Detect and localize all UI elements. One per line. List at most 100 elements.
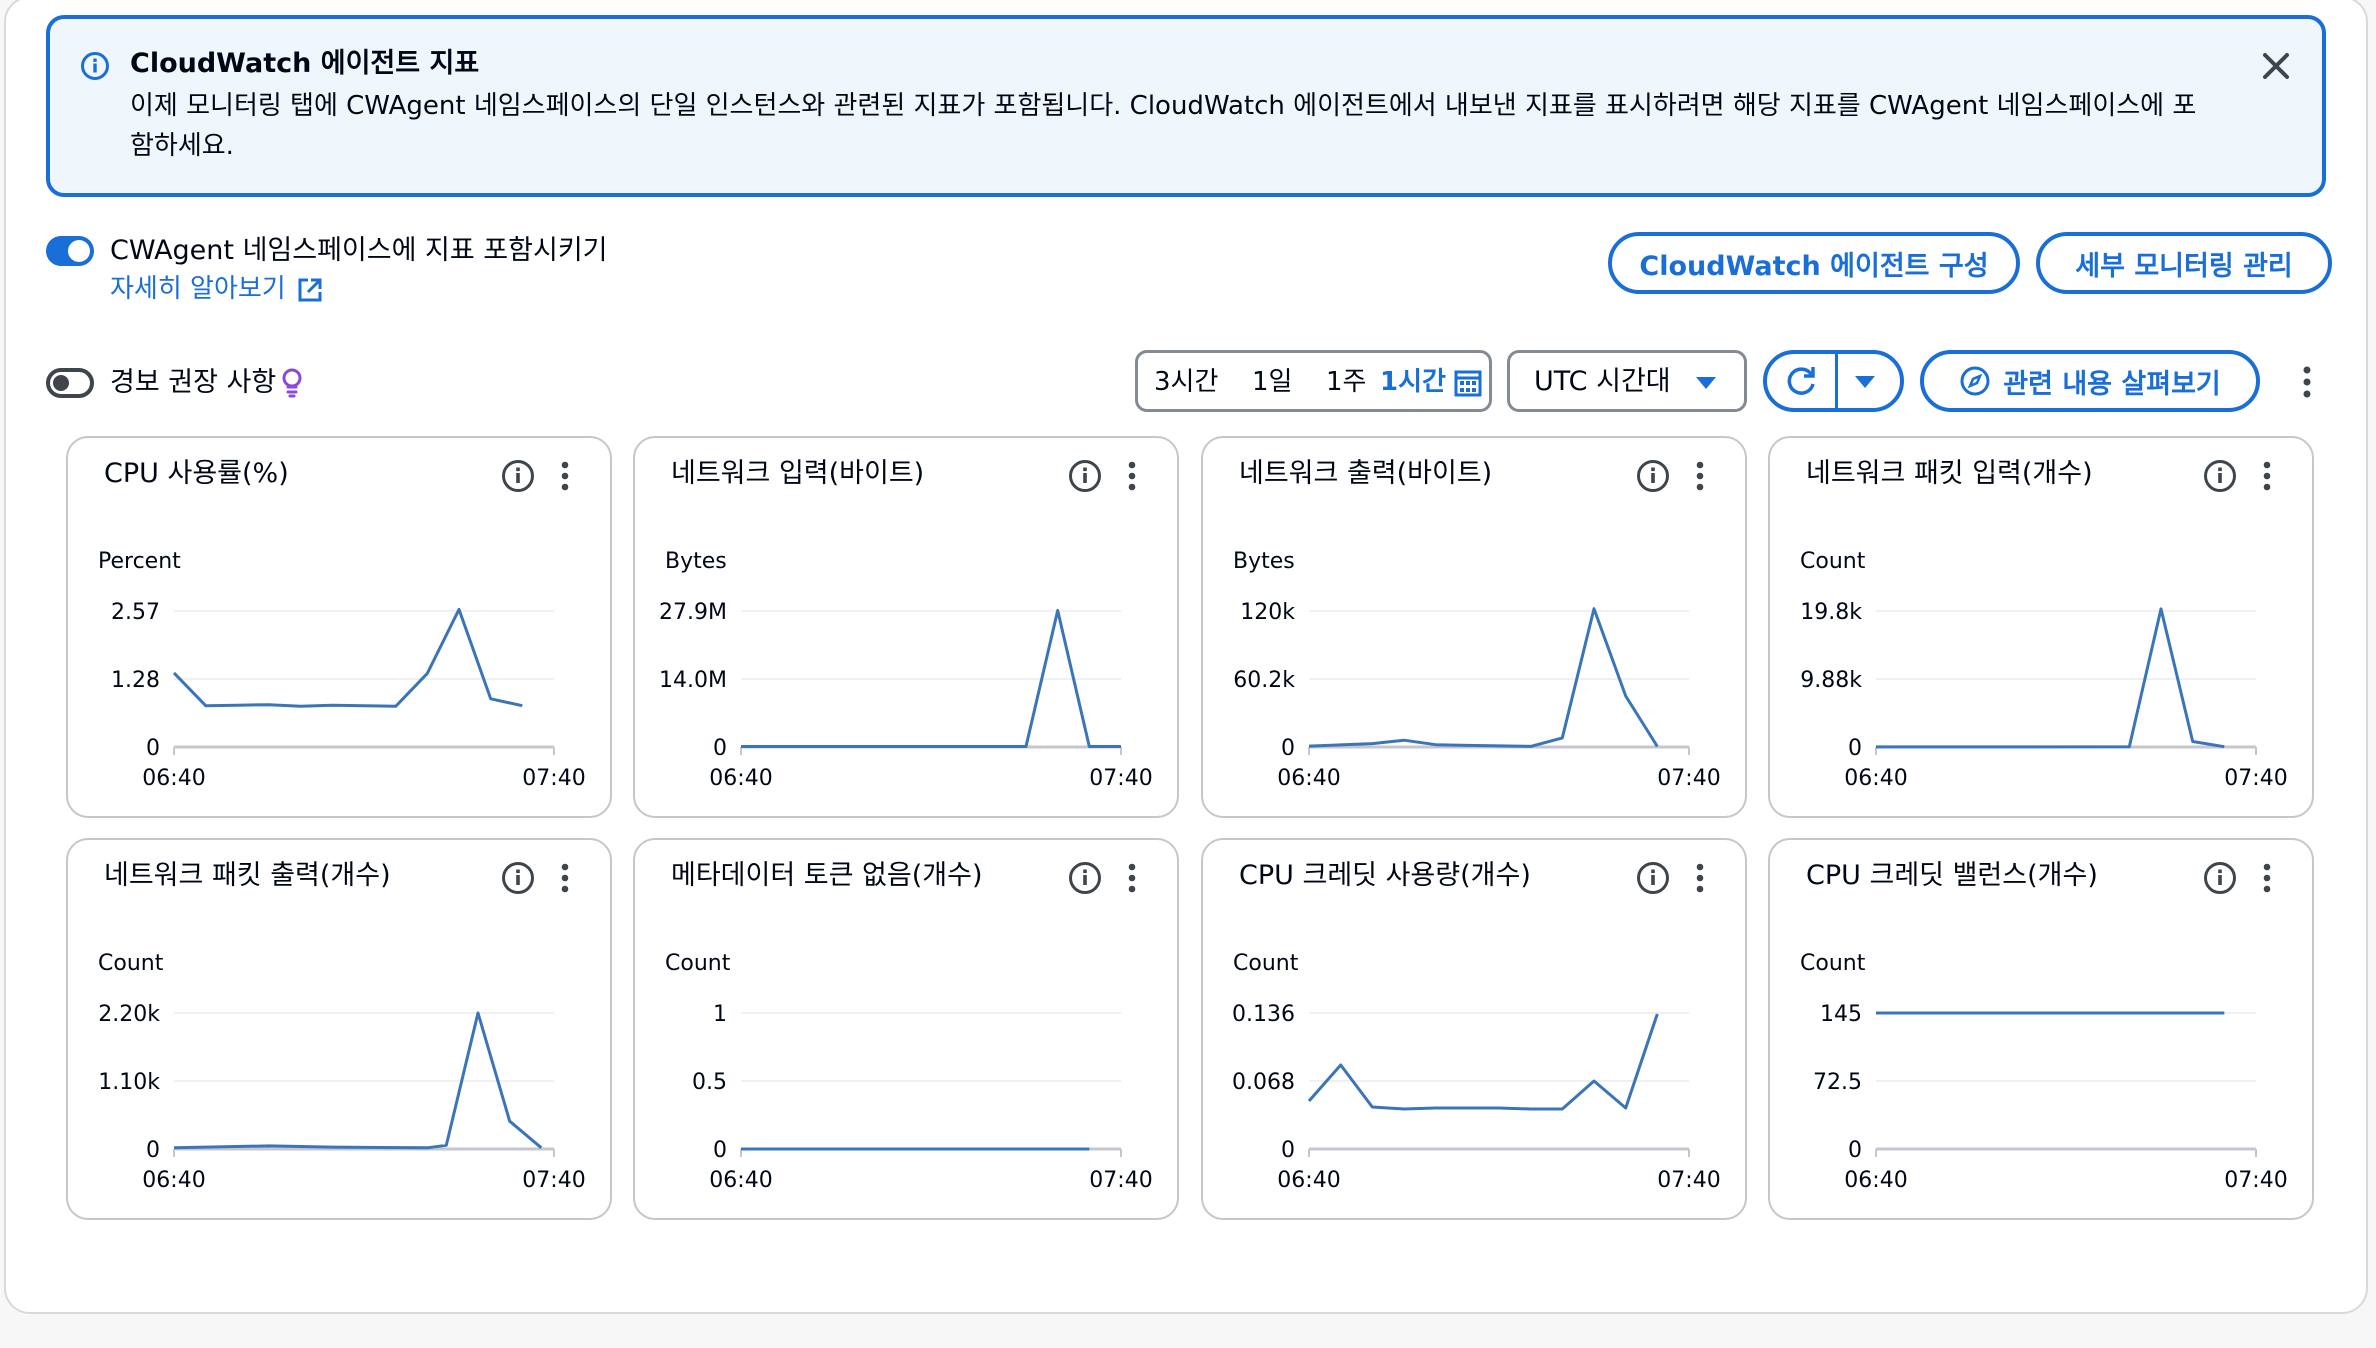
more-options-icon[interactable] bbox=[2260, 460, 2274, 492]
series-line bbox=[1307, 1013, 1659, 1111]
learn-more-link[interactable]: 자세히 알아보기 bbox=[110, 272, 286, 306]
configure-agent-button[interactable]: CloudWatch 에이전트 구성 bbox=[1608, 232, 2020, 294]
metric-chart: Percent 2.57 1.28 0 06:40 07:40 bbox=[98, 549, 586, 791]
range-1w[interactable]: 1주 bbox=[1326, 365, 1366, 399]
x-tick-label: 07:40 bbox=[2224, 766, 2287, 791]
metric-chart: Count 0.136 0.068 0 06:40 07:40 bbox=[1232, 951, 1721, 1193]
compass-icon bbox=[1960, 366, 1990, 396]
y-tick-label: 0 bbox=[146, 736, 160, 761]
x-tick-label: 07:40 bbox=[1657, 1168, 1720, 1193]
metric-card: 네트워크 패킷 출력(개수) Count 2.20k 1.10k 0 06:40 07:40 bbox=[66, 838, 612, 1220]
range-1d[interactable]: 1일 bbox=[1252, 365, 1292, 399]
lightbulb-icon bbox=[282, 368, 302, 398]
close-icon[interactable] bbox=[2256, 46, 2296, 86]
info-icon[interactable] bbox=[1067, 860, 1103, 896]
cwagent-toggle[interactable] bbox=[46, 236, 94, 266]
x-tick-label: 06:40 bbox=[709, 766, 772, 791]
refresh-button-group bbox=[1763, 350, 1904, 412]
y-tick-label: 1 bbox=[713, 1002, 727, 1027]
info-icon[interactable] bbox=[2202, 458, 2238, 494]
metric-chart: Count 1 0.5 0 06:40 07:40 bbox=[665, 951, 1153, 1193]
y-axis-label: Bytes bbox=[665, 549, 727, 574]
range-3h[interactable]: 3시간 bbox=[1154, 365, 1218, 399]
y-tick-label: 0.5 bbox=[692, 1070, 727, 1095]
y-tick-label: 1.28 bbox=[111, 668, 160, 693]
refresh-options-caret-icon[interactable] bbox=[1853, 374, 1877, 390]
series-line bbox=[1308, 607, 1659, 748]
more-options-icon[interactable] bbox=[2300, 364, 2314, 400]
alarm-recommendations-toggle[interactable] bbox=[46, 368, 94, 398]
y-axis-label: Count bbox=[98, 951, 164, 976]
info-icon[interactable] bbox=[2202, 860, 2238, 896]
metric-chart: Count 2.20k 1.10k 0 06:40 07:40 bbox=[98, 951, 586, 1193]
y-tick-label: 19.8k bbox=[1800, 600, 1862, 625]
timezone-label: UTC 시간대 bbox=[1534, 366, 1671, 397]
cwagent-toggle-label: CWAgent 네임스페이스에 지표 포함시키기 bbox=[110, 235, 608, 266]
banner-body: 이제 모니터링 탭에 CWAgent 네임스페이스의 단일 인스턴스와 관련된 … bbox=[130, 91, 2197, 161]
calendar-icon[interactable] bbox=[1454, 369, 1482, 397]
more-options-icon[interactable] bbox=[558, 862, 572, 894]
info-icon[interactable] bbox=[1635, 458, 1671, 494]
x-tick-label: 06:40 bbox=[709, 1168, 772, 1193]
y-tick-label: 0 bbox=[146, 1138, 160, 1163]
x-tick-label: 06:40 bbox=[142, 766, 205, 791]
info-icon[interactable] bbox=[1067, 458, 1103, 494]
more-options-icon[interactable] bbox=[2260, 862, 2274, 894]
info-icon[interactable] bbox=[500, 860, 536, 896]
x-tick-label: 07:40 bbox=[1089, 1168, 1152, 1193]
metric-chart: Bytes 120k 60.2k 0 06:40 07:40 bbox=[1233, 549, 1721, 791]
y-tick-label: 9.88k bbox=[1800, 668, 1862, 693]
y-axis-label: Count bbox=[1800, 951, 1866, 976]
more-options-icon[interactable] bbox=[1125, 460, 1139, 492]
caret-down-icon bbox=[1696, 377, 1716, 389]
y-tick-label: 0.136 bbox=[1232, 1002, 1295, 1027]
more-options-icon[interactable] bbox=[1693, 862, 1707, 894]
y-tick-label: 0 bbox=[1281, 1138, 1295, 1163]
series-line bbox=[172, 607, 523, 708]
range-1h[interactable]: 1시간 bbox=[1380, 365, 1446, 399]
more-options-icon[interactable] bbox=[558, 460, 572, 492]
y-tick-label: 1.10k bbox=[98, 1070, 160, 1095]
y-tick-label: 0 bbox=[1281, 736, 1295, 761]
x-tick-label: 06:40 bbox=[142, 1168, 205, 1193]
info-icon[interactable] bbox=[1635, 860, 1671, 896]
metric-card: CPU 크레딧 밸런스(개수) Count 145 72.5 0 06:40 07:40 bbox=[1768, 838, 2314, 1220]
more-options-icon[interactable] bbox=[1693, 460, 1707, 492]
metric-chart: Count 145 72.5 0 06:40 07:40 bbox=[1800, 951, 2288, 1193]
banner-title: CloudWatch 에이전트 지표 bbox=[130, 48, 480, 79]
x-tick-label: 07:40 bbox=[2224, 1168, 2287, 1193]
metric-card: 네트워크 입력(바이트) Bytes 27.9M 14.0M 0 06:40 07:40 bbox=[633, 436, 1179, 818]
explore-related-label: 관련 내용 살펴보기 bbox=[2003, 368, 2221, 400]
y-tick-label: 120k bbox=[1240, 600, 1295, 625]
y-axis-label: Count bbox=[665, 951, 731, 976]
x-tick-label: 06:40 bbox=[1277, 1168, 1340, 1193]
y-tick-label: 60.2k bbox=[1233, 668, 1295, 693]
timezone-select[interactable]: UTC 시간대 bbox=[1507, 350, 1747, 412]
y-axis-label: Bytes bbox=[1233, 549, 1295, 574]
metric-chart: Count 19.8k 9.88k 0 06:40 07:40 bbox=[1800, 549, 2288, 791]
info-icon bbox=[81, 52, 109, 80]
y-tick-label: 0 bbox=[1848, 736, 1862, 761]
metric-card: CPU 사용률(%) Percent 2.57 1.28 0 06:40 07:40 bbox=[66, 436, 612, 818]
metric-chart: Bytes 27.9M 14.0M 0 06:40 07:40 bbox=[659, 549, 1153, 791]
info-icon[interactable] bbox=[500, 458, 536, 494]
x-tick-label: 07:40 bbox=[1657, 766, 1720, 791]
y-axis-label: Percent bbox=[98, 549, 181, 574]
y-tick-label: 2.20k bbox=[98, 1002, 160, 1027]
external-link-icon[interactable] bbox=[296, 276, 324, 304]
refresh-icon[interactable] bbox=[1783, 364, 1819, 400]
y-tick-label: 27.9M bbox=[659, 600, 727, 625]
x-tick-label: 06:40 bbox=[1277, 766, 1340, 791]
more-options-icon[interactable] bbox=[1125, 862, 1139, 894]
time-range-selector: 3시간 1일 1주 1시간 bbox=[1135, 350, 1492, 412]
y-tick-label: 72.5 bbox=[1813, 1070, 1862, 1095]
x-tick-label: 07:40 bbox=[522, 1168, 585, 1193]
series-line bbox=[1875, 607, 2225, 749]
y-tick-label: 0 bbox=[713, 1138, 727, 1163]
explore-related-button[interactable]: 관련 내용 살펴보기 bbox=[1920, 350, 2260, 412]
metric-card: CPU 크레딧 사용량(개수) Count 0.136 0.068 0 06:40 07:4… bbox=[1201, 838, 1747, 1220]
y-tick-label: 0 bbox=[1848, 1138, 1862, 1163]
manage-detailed-monitoring-button[interactable]: 세부 모니터링 관리 bbox=[2036, 232, 2332, 294]
metric-card: 네트워크 출력(바이트) Bytes 120k 60.2k 0 06:40 07:40 bbox=[1201, 436, 1747, 818]
x-tick-label: 07:40 bbox=[522, 766, 585, 791]
